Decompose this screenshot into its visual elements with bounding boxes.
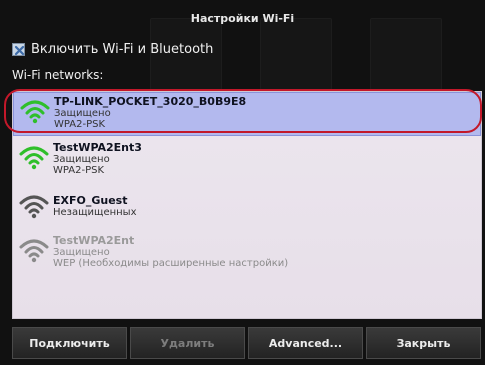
network-item[interactable]: EXFO_Guest Незащищенных [13,188,481,232]
network-name: EXFO_Guest [53,194,128,207]
network-name: TP-LINK_POCKET_3020_B0B9E8 [54,95,247,108]
advanced-button[interactable]: Advanced... [248,327,363,359]
button-bar: Подключить Удалить Advanced... Закрыть [12,327,482,359]
network-security: WEP (Необходимы расширенные настройки) [53,258,289,269]
dialog-title: Настройки Wi-Fi [190,12,295,25]
network-status: Незащищенных [53,207,137,218]
wifi-settings-dialog: Настройки Wi-Fi Включить Wi-Fi и Bluetoo… [0,0,485,365]
background-tile [370,18,442,90]
background-tile [260,18,332,90]
networks-heading: Wi-Fi networks: [12,68,104,82]
close-button[interactable]: Закрыть [366,327,481,359]
delete-button[interactable]: Удалить [130,327,245,359]
network-list[interactable]: TP-LINK_POCKET_3020_B0B9E8 Защищено WPA2… [12,91,482,319]
wifi-bluetooth-toggle[interactable]: Включить Wi-Fi и Bluetooth [12,41,213,57]
connect-button[interactable]: Подключить [12,327,127,359]
network-item[interactable]: TestWPA2Ent3 Защищено WPA2-PSK [13,139,481,183]
network-security: WPA2-PSK [53,165,105,176]
network-security: WPA2-PSK [54,119,106,130]
wifi-signal-icon [19,146,49,170]
network-item[interactable]: TP-LINK_POCKET_3020_B0B9E8 Защищено WPA2… [13,92,481,136]
network-status: Защищено [54,108,111,119]
wifi-signal-icon [19,239,49,263]
network-status: Защищено [53,154,110,165]
wifi-signal-icon [20,100,50,124]
toggle-label: Включить Wi-Fi и Bluetooth [31,41,214,57]
network-status: Защищено [53,247,110,258]
wifi-signal-icon [19,195,49,219]
checkbox-icon[interactable] [12,42,25,56]
network-item[interactable]: TestWPA2Ent Защищено WEP (Необходимы рас… [13,232,481,276]
network-name: TestWPA2Ent3 [53,141,142,154]
network-name: TestWPA2Ent [53,234,135,247]
